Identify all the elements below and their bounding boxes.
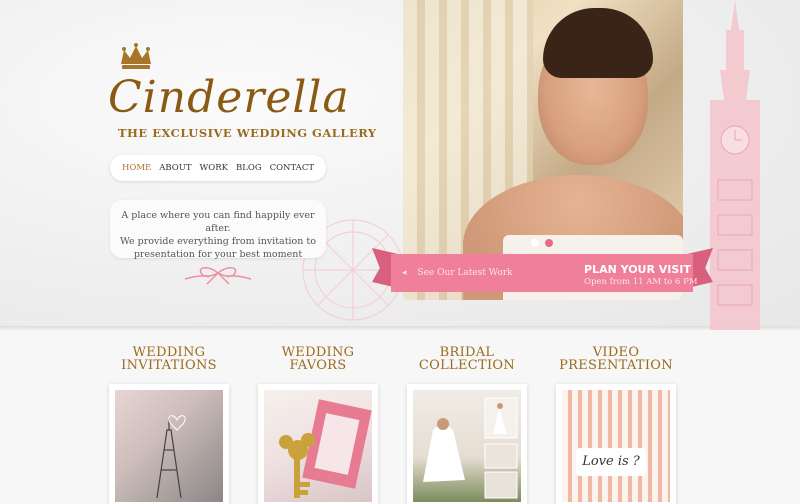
nav-about[interactable]: ABOUT [159, 163, 191, 173]
slider-dot-1[interactable] [531, 239, 539, 247]
video-image: Love is ? [562, 390, 670, 502]
opening-hours: Open from 11 AM to 6 PM [584, 277, 698, 287]
key-icon [279, 399, 372, 498]
category-title-line: COLLECTION [418, 358, 516, 373]
photo-hair [543, 8, 653, 78]
tagline-line-1: A place where you can find happily ever … [121, 210, 315, 234]
logo-wordmark[interactable]: Cinderella [108, 72, 349, 128]
plan-visit-title[interactable]: PLAN YOUR VISIT [584, 263, 691, 276]
category-title-line: PRESENTATION [559, 358, 673, 373]
latest-work-label: See Our Latest Work [417, 268, 513, 278]
invitations-image [115, 390, 223, 502]
category-title-bridal[interactable]: BRIDAL COLLECTION [402, 346, 532, 372]
bow-icon [184, 267, 252, 285]
category-title-invitations[interactable]: WEDDING INVITATIONS [104, 346, 234, 372]
nav-contact[interactable]: CONTACT [270, 163, 314, 173]
nav-home[interactable]: HOME [122, 163, 151, 173]
nav-blog[interactable]: BLOG [236, 163, 262, 173]
slider-dot-2[interactable] [545, 239, 553, 247]
category-title-line: FAVORS [289, 358, 347, 373]
category-card-bridal[interactable] [407, 384, 527, 504]
category-card-favors[interactable] [258, 384, 378, 504]
nav-work[interactable]: WORK [200, 163, 228, 173]
category-title-favors[interactable]: WEDDING FAVORS [253, 346, 383, 372]
bride-photos [423, 397, 518, 499]
category-card-invitations[interactable] [109, 384, 229, 504]
tagline-box: A place where you can find happily ever … [110, 200, 326, 260]
logo-subtitle: THE EXCLUSIVE WEDDING GALLERY [118, 126, 377, 140]
slider-dots [531, 239, 553, 247]
tagline-line-2: We provide everything from invitation to [120, 236, 316, 247]
crown-icon [121, 43, 151, 69]
main-nav: HOME ABOUT WORK BLOG CONTACT [110, 155, 326, 181]
arrow-left-icon: ◂ [402, 268, 407, 278]
love-caption: Love is ? [576, 448, 646, 476]
favors-image [264, 390, 372, 502]
category-title-line: INVITATIONS [121, 358, 217, 373]
tagline-line-3: presentation for your best moment [133, 249, 303, 260]
eiffel-tower-icon [156, 415, 186, 499]
bridal-image [413, 390, 521, 502]
latest-work-link[interactable]: ◂ See Our Latest Work [402, 268, 513, 278]
category-title-video[interactable]: VIDEO PRESENTATION [551, 346, 681, 372]
category-card-video[interactable]: Love is ? [556, 384, 676, 504]
